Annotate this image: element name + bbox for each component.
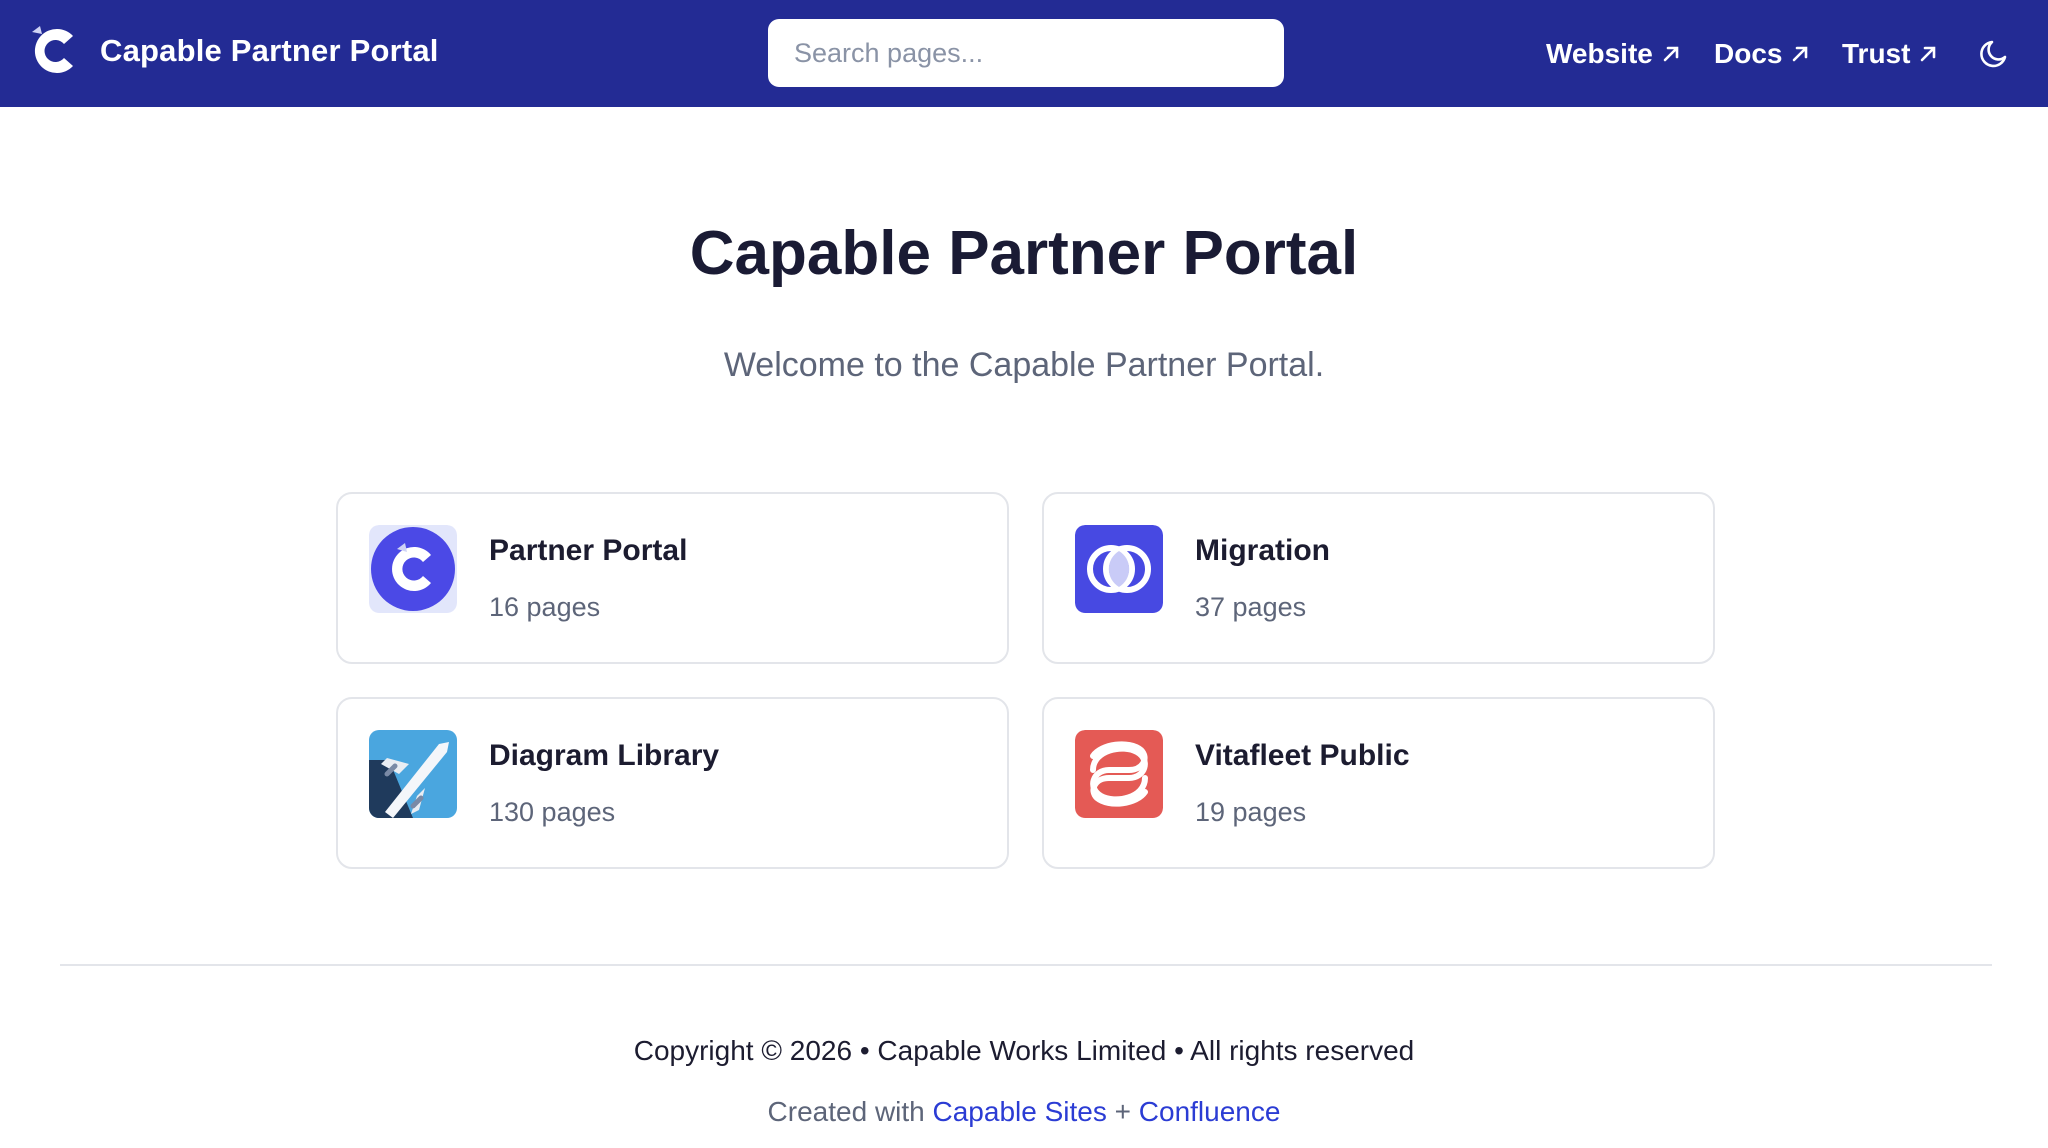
space-page-count: 19 pages [1195,797,1307,827]
space-card-vitafleet-public[interactable]: Vitafleet Public 19 pages [1042,697,1715,869]
page-title: Capable Partner Portal [689,219,1359,288]
nav-link-label: Docs [1714,37,1783,69]
external-link-icon [1793,46,1808,61]
external-link-icon [1921,46,1936,61]
vitafleet-logo-icon [1075,730,1163,818]
page-subtitle: Welcome to the Capable Partner Portal. [723,346,1325,384]
header-nav: Website [1546,0,1681,107]
nav-link-docs[interactable]: Docs [1714,38,1810,70]
space-title: Vitafleet Public [1195,739,1410,772]
capable-sites-link[interactable]: Capable Sites [933,1096,1107,1127]
nav-link-label: Trust [1842,37,1911,69]
brand-name: Capable Partner Portal [100,33,439,68]
space-card-migration[interactable]: Migration 37 pages [1042,492,1715,664]
airplane-icon [369,730,457,818]
capable-logo-icon [369,525,457,613]
footer-copyright: Copyright © 2026 • Capable Works Limited… [633,1035,1415,1066]
header-nav: Trust [1842,0,1938,107]
overlapping-circles-icon [1075,525,1163,613]
created-with-separator: + [1114,1096,1131,1127]
nav-link-website[interactable]: Website [1546,38,1681,70]
created-with-label: Created with [767,1096,925,1127]
footer-created-with: Created with Capable Sites + Confluence [0,1096,2048,1128]
header-nav: Docs [1714,0,1810,107]
top-navigation-bar: Capable Partner Portal Website Docs Trus… [0,0,2048,107]
space-page-count: 37 pages [1195,592,1307,622]
capable-logo-icon [32,26,73,74]
space-title: Migration [1195,534,1330,567]
nav-link-label: Website [1546,37,1653,69]
moon-icon[interactable] [1978,36,2012,70]
space-title: Partner Portal [489,534,688,567]
footer-divider [60,964,1992,966]
confluence-link[interactable]: Confluence [1139,1096,1281,1127]
space-card-diagram-library[interactable]: Diagram Library 130 pages [336,697,1009,869]
search-input[interactable] [768,19,1284,87]
external-link-icon [1663,46,1679,61]
space-card-partner-portal[interactable]: Partner Portal 16 pages [336,492,1009,664]
nav-link-trust[interactable]: Trust [1842,38,1938,70]
brand-home-link[interactable]: Capable Partner Portal [28,24,439,78]
space-title: Diagram Library [489,739,720,772]
space-page-count: 16 pages [489,592,601,622]
space-page-count: 130 pages [489,797,616,827]
